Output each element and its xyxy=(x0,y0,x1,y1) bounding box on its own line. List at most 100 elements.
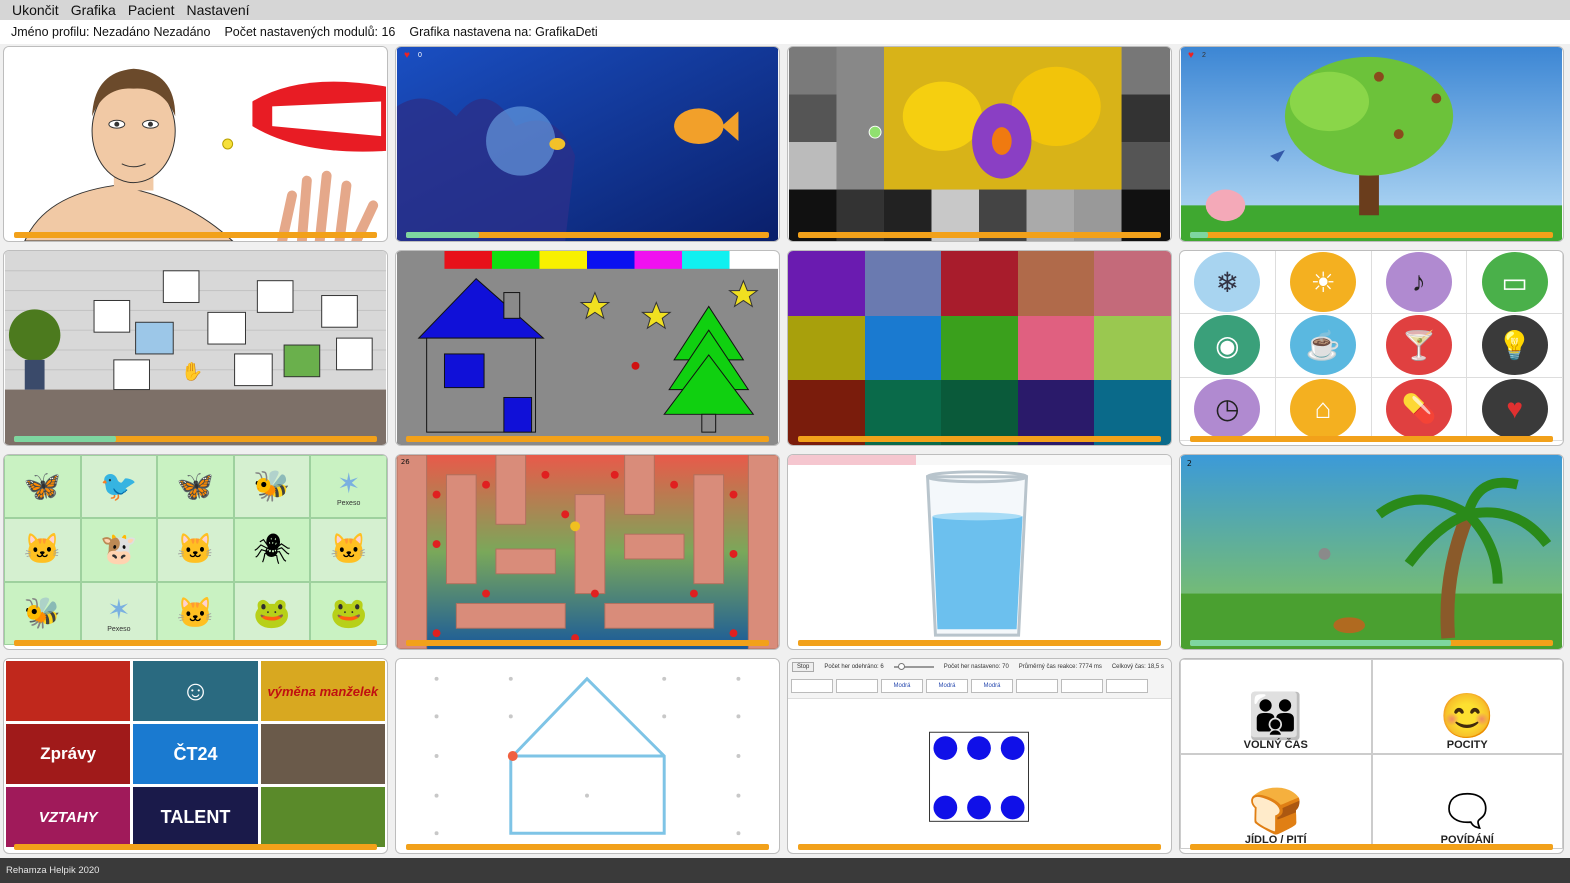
progress-bar xyxy=(1190,844,1553,850)
module-tile-flowers[interactable] xyxy=(787,46,1172,242)
module-tile-communication[interactable]: 👪 VOLNÝ ČAS 😊 POCITY 🍞 JÍDLO / PITÍ 🗨 PO… xyxy=(1179,658,1564,854)
menu-item-graphics[interactable]: Grafika xyxy=(65,0,122,20)
house-drawing-scene-image xyxy=(396,251,779,445)
menu-item-settings[interactable]: Nastavení xyxy=(181,0,256,20)
progress-bar xyxy=(1190,436,1553,442)
module-tile-aquarium[interactable]: 0 ♥ xyxy=(395,46,780,242)
module-tile-apple-tree[interactable]: ♥ 2 xyxy=(1179,46,1564,242)
cat-icon[interactable]: 🐱 xyxy=(4,518,81,582)
color-swatch[interactable] xyxy=(788,251,865,316)
module-tile-maze[interactable]: 26 xyxy=(395,454,780,650)
comm-free-time[interactable]: 👪 VOLNÝ ČAS xyxy=(1180,659,1372,754)
cat-icon[interactable]: 🐱 xyxy=(310,518,387,582)
tv-show-talent[interactable]: TALENT xyxy=(133,787,258,847)
maze-counter: 26 xyxy=(401,458,410,466)
progress-bar xyxy=(798,640,1161,646)
food-drink-icon: 🍞 xyxy=(1248,787,1304,836)
lightbulb-icon[interactable]: 💡 xyxy=(1481,315,1548,376)
monitor-icon[interactable]: ▭ xyxy=(1481,252,1548,313)
heart-icon: ♥ xyxy=(404,50,410,61)
svg-text:✋: ✋ xyxy=(181,361,203,383)
pexeso-board: 🦋 🐦 🦋 🐝 ✶ Pexeso 🐱 🐮 🐱 🕷 🐱 🐝 ✶ Pexeso 🐱 🐸 … xyxy=(4,455,387,645)
bird-icon[interactable]: 🐦 xyxy=(80,455,158,519)
gallery-wall-scene-image: ✋ xyxy=(4,251,387,445)
progress-fill xyxy=(1190,232,1209,238)
menu-item-patient[interactable]: Pacient xyxy=(122,0,181,20)
heart-pulse-icon[interactable]: ♥ xyxy=(1481,378,1548,439)
cat-icon[interactable]: 🐱 xyxy=(157,581,234,645)
clock-icon[interactable]: ◷ xyxy=(1194,378,1261,439)
cat-icon[interactable]: 🐱 xyxy=(157,518,234,582)
pexeso-card[interactable]: ✶ Pexeso xyxy=(310,455,387,519)
bee-icon[interactable]: 🐝 xyxy=(233,455,311,519)
tv-show-vymena[interactable]: výměna manželek xyxy=(260,661,385,721)
icon-board: ❄ ☀ ♪ ▭ ◉ ☕ 🍸 💡 ◷ ⌂ 💊 ♥ xyxy=(1180,251,1563,441)
color-swatch[interactable] xyxy=(1017,251,1095,316)
spider-icon[interactable]: 🕷 xyxy=(233,518,311,582)
module-tile-connect-dots[interactable] xyxy=(395,658,780,854)
tv-show-cartoon[interactable]: ☺ xyxy=(133,661,258,721)
color-swatch[interactable] xyxy=(1094,251,1171,316)
butterfly-icon[interactable]: 🦋 xyxy=(157,455,234,519)
module-tile-water-glass[interactable] xyxy=(787,454,1172,650)
module-tile-dice[interactable]: Stop Počet her odehráno: 6 Počet her nas… xyxy=(787,658,1172,854)
cup-icon[interactable]: ☕ xyxy=(1290,315,1357,376)
pill-icon[interactable]: 💊 xyxy=(1385,378,1452,439)
progress-bar xyxy=(14,436,377,442)
module-tile-tv-shows[interactable]: ☺ výměna manželek Zprávy ČT24 VZTAHY TAL… xyxy=(3,658,388,854)
snowflake-icon[interactable]: ❄ xyxy=(1194,252,1261,313)
color-swatch[interactable] xyxy=(941,315,1018,381)
info-bar: Jméno profilu: Nezadáno Nezadáno Počet n… xyxy=(0,20,1570,44)
module-tile-palm[interactable]: 2 xyxy=(1179,454,1564,650)
music-note-icon[interactable]: ♪ xyxy=(1385,252,1452,313)
tv-show-vztahy[interactable]: VZTAHY xyxy=(6,787,131,847)
progress-bar xyxy=(798,232,1161,238)
module-tile-icon-board[interactable]: ❄ ☀ ♪ ▭ ◉ ☕ 🍸 💡 ◷ ⌂ 💊 ♥ xyxy=(1179,250,1564,446)
cow-icon[interactable]: 🐮 xyxy=(80,518,158,582)
progress-bar xyxy=(406,640,769,646)
module-tile-color-grid[interactable] xyxy=(787,250,1172,446)
color-swatch[interactable] xyxy=(941,251,1018,316)
tooth-icon[interactable]: ⌂ xyxy=(1290,378,1357,439)
maze-scene-image: 26 xyxy=(396,455,779,649)
module-tile-pexeso[interactable]: 🦋 🐦 🦋 🐝 ✶ Pexeso 🐱 🐮 🐱 🕷 🐱 🐝 ✶ Pexeso 🐱 🐸 … xyxy=(3,454,388,650)
comm-food[interactable]: 🍞 JÍDLO / PITÍ xyxy=(1180,754,1372,849)
module-grid: 0 ♥ ♥ 2 ✋ ❄ ☀ ♪ ▭ ◉ ☕ 🍸 💡 ◷ ⌂ 💊 ♥ 🦋 🐦 🦋 … xyxy=(3,46,1567,854)
graphics-setting-text: Grafika nastavena na: GrafikaDeti xyxy=(409,25,598,39)
lives-counter: 0 xyxy=(418,52,422,59)
sun-icon[interactable]: ☀ xyxy=(1290,252,1357,313)
module-tile-house-drawing[interactable] xyxy=(395,250,780,446)
progress-fill xyxy=(14,436,116,442)
plate-icon[interactable]: ◉ xyxy=(1194,315,1261,376)
cocktail-icon[interactable]: 🍸 xyxy=(1385,315,1452,376)
module-tile-face[interactable] xyxy=(3,46,388,242)
color-swatch[interactable] xyxy=(788,315,865,381)
color-swatch[interactable] xyxy=(864,251,942,316)
color-swatch[interactable] xyxy=(864,315,942,381)
tv-show-kids[interactable] xyxy=(260,787,385,847)
menu-item-exit[interactable]: Ukončit xyxy=(6,0,65,20)
comm-talk[interactable]: 🗨 POVÍDÁNÍ xyxy=(1371,754,1563,849)
color-swatch-grid xyxy=(788,251,1171,445)
speech-icon: 🗨 xyxy=(1439,787,1496,836)
color-swatch[interactable] xyxy=(1094,315,1171,381)
pexeso-card[interactable]: ✶ Pexeso xyxy=(80,581,158,645)
tv-show-zpravy[interactable]: Zprávy xyxy=(6,724,131,784)
tv-show-cooking[interactable] xyxy=(6,661,131,721)
progress-fill xyxy=(1190,640,1452,646)
butterfly-icon[interactable]: 🦋 xyxy=(4,455,81,519)
tv-show-ct24[interactable]: ČT24 xyxy=(133,724,258,784)
emotions-icon: 😊 xyxy=(1439,692,1495,741)
module-tile-gallery-wall[interactable]: ✋ xyxy=(3,250,388,446)
comm-feelings[interactable]: 😊 POCITY xyxy=(1371,659,1563,754)
color-swatch[interactable] xyxy=(1017,315,1095,381)
family-icon: 👪 xyxy=(1248,692,1304,741)
bee-icon[interactable]: 🐝 xyxy=(4,581,81,645)
tv-show-family[interactable] xyxy=(260,724,385,784)
progress-bar xyxy=(798,844,1161,850)
pexeso-card-label: Pexeso xyxy=(107,626,131,634)
progress-bar xyxy=(1190,640,1553,646)
aquarium-scene-image xyxy=(396,47,779,241)
frog-icon[interactable]: 🐸 xyxy=(233,581,311,645)
frog-icon[interactable]: 🐸 xyxy=(310,581,387,645)
